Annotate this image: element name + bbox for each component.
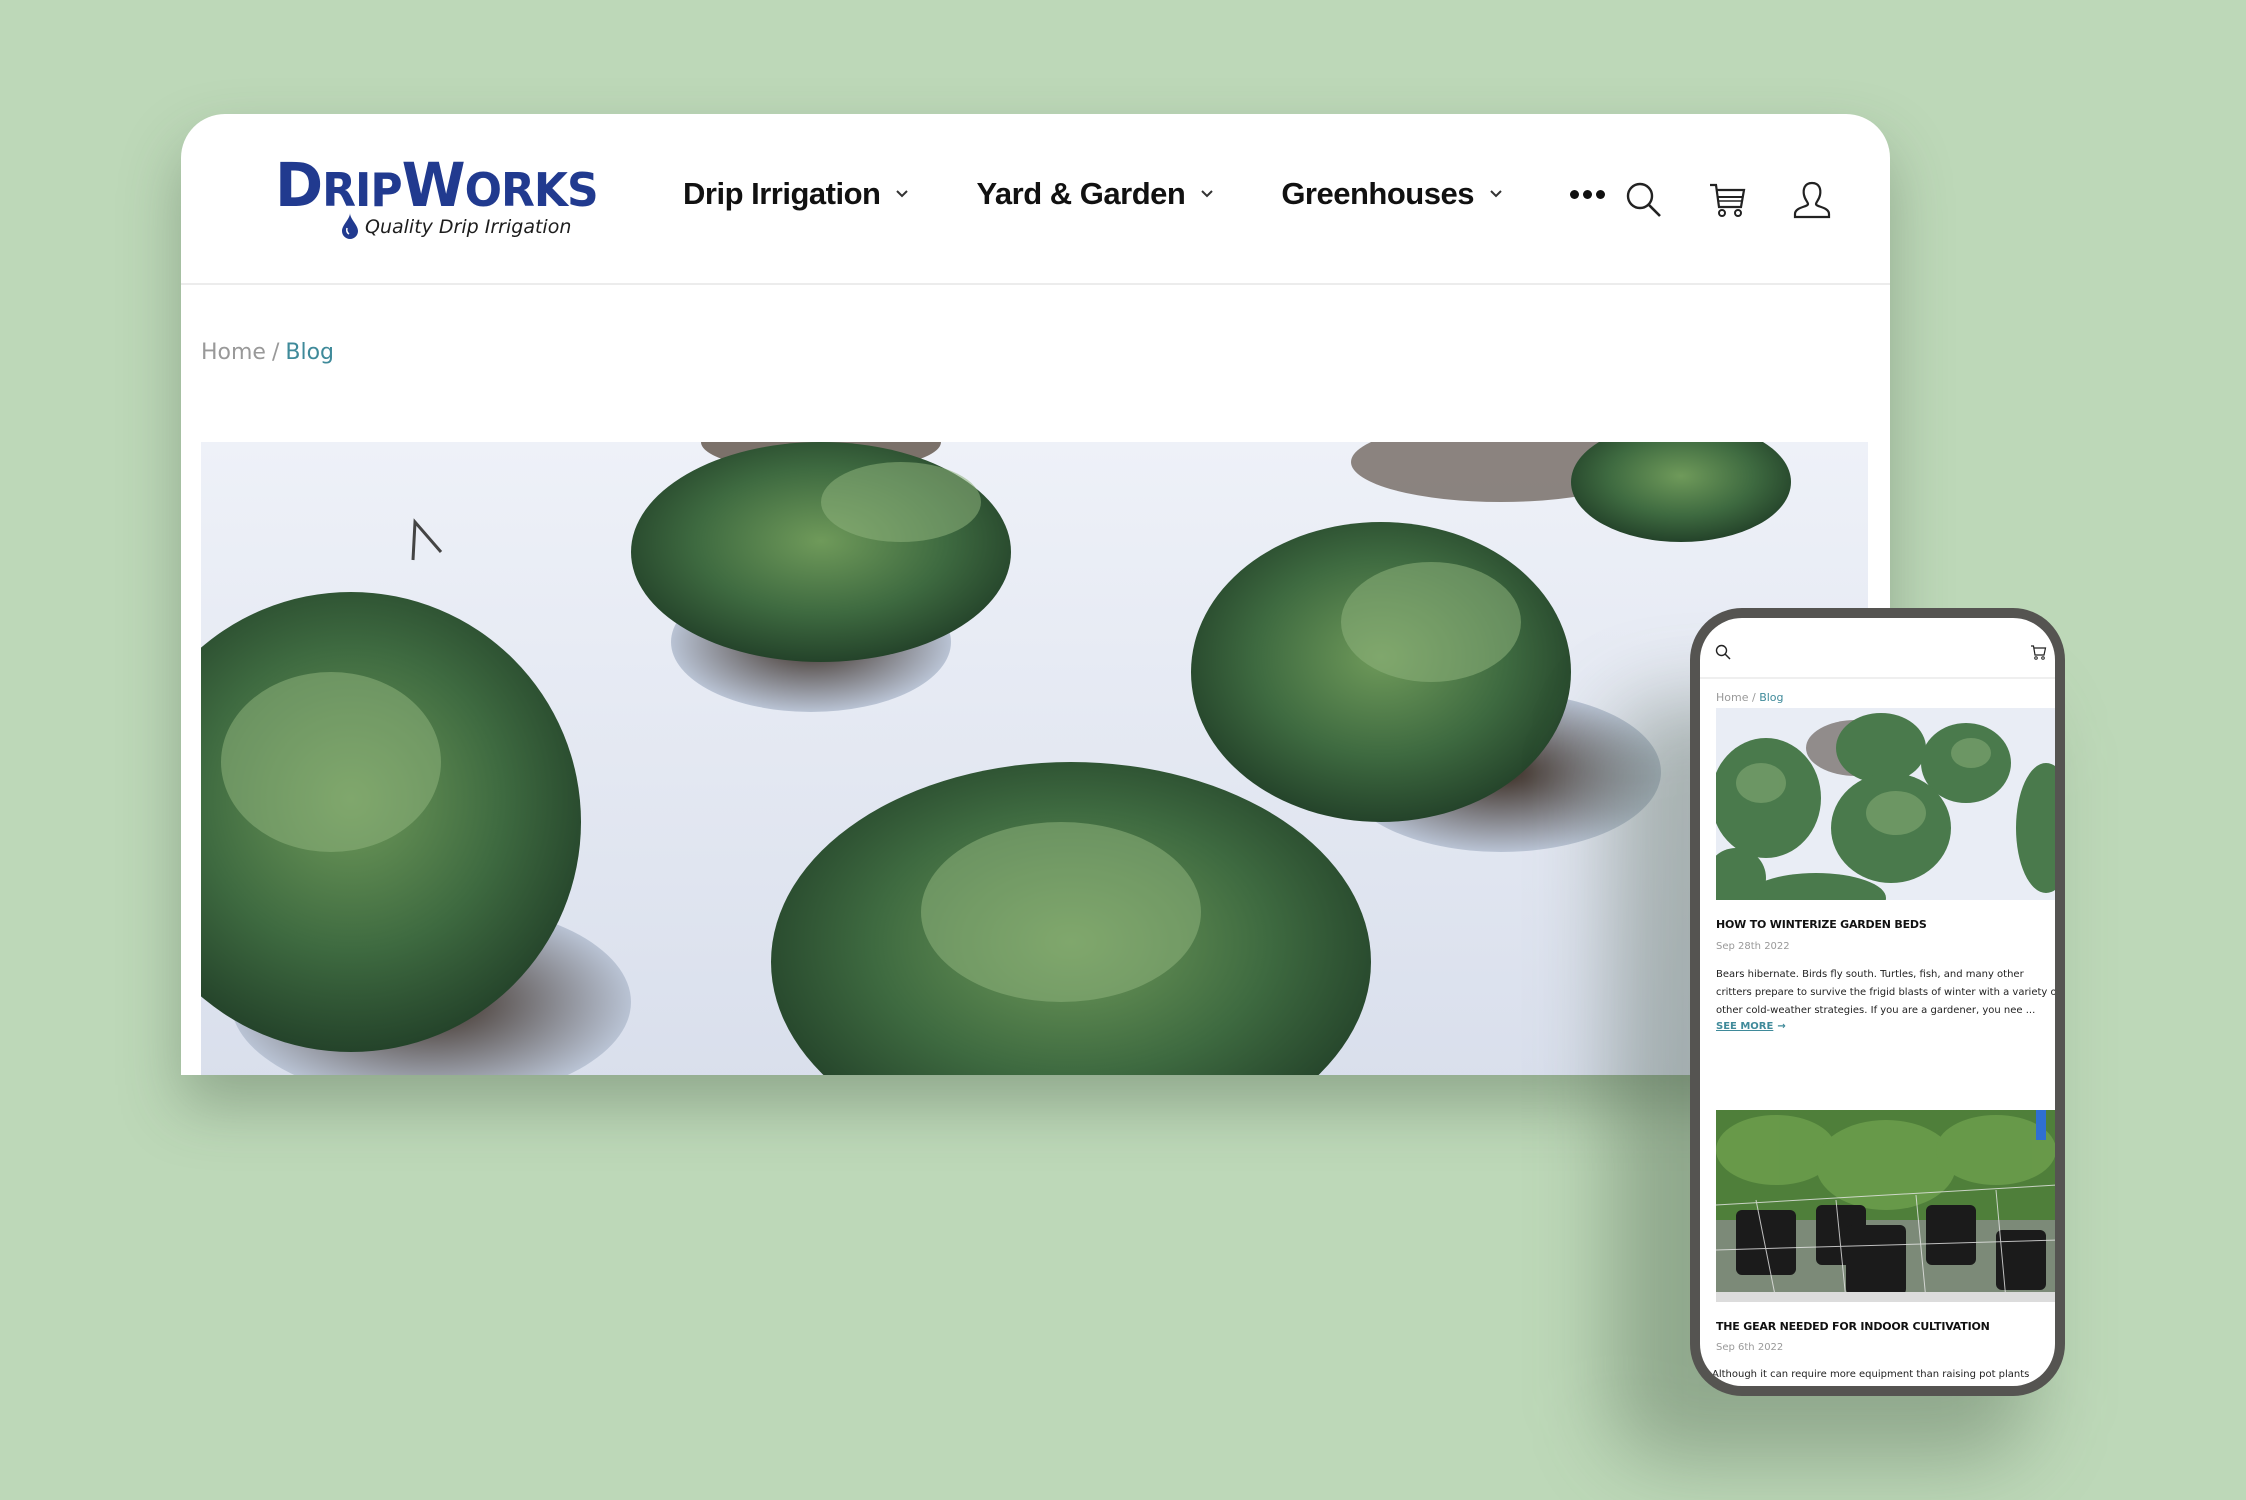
breadcrumb-current[interactable]: Blog — [1759, 691, 1783, 704]
chevron-down-icon — [1490, 190, 1502, 198]
nav-label: Greenhouses — [1281, 176, 1474, 211]
post-date: Sep 6th 2022 — [1716, 1342, 1784, 1353]
cart-icon[interactable] — [2030, 644, 2047, 660]
mobile-header — [1700, 618, 2055, 679]
user-icon[interactable] — [1792, 180, 1832, 220]
post-date: Sep 28th 2022 — [1716, 941, 1790, 952]
chevron-down-icon — [1201, 190, 1214, 198]
breadcrumb-separator: / — [271, 340, 280, 365]
header-actions — [1624, 180, 1832, 220]
breadcrumb-home[interactable]: Home — [201, 340, 266, 365]
nav-greenhouses[interactable]: Greenhouses — [1281, 176, 1504, 212]
more-horizontal-icon[interactable] — [1569, 184, 1605, 205]
see-more-label: SEE MORE — [1716, 1021, 1774, 1032]
search-icon[interactable] — [1715, 644, 1731, 660]
cabbage-snow-thumbnail — [1716, 708, 2055, 900]
dripworks-logo[interactable]: DRIPWORKS Quality Drip Irrigation — [275, 153, 599, 245]
post-image-indoor-cultivation[interactable] — [1716, 1110, 2055, 1302]
indoor-grow-thumbnail — [1716, 1110, 2055, 1302]
mobile-breadcrumb: Home / Blog — [1716, 691, 1784, 704]
post-excerpt: Bears hibernate. Birds fly south. Turtle… — [1716, 969, 2055, 1016]
nav-label: Yard & Garden — [976, 176, 1186, 211]
breadcrumb-separator: / — [1751, 691, 1756, 704]
mobile-phone-mockup: Home / Blog HOW TO WINTERIZE GARDEN BEDS… — [1690, 608, 2065, 1396]
nav-drip-irrigation[interactable]: Drip Irrigation — [683, 176, 910, 212]
cart-icon[interactable] — [1708, 180, 1748, 220]
logo-tagline: Quality Drip Irrigation — [365, 216, 572, 238]
search-icon[interactable] — [1624, 180, 1664, 220]
main-nav: Drip Irrigation Yard & Garden Greenhouse… — [683, 176, 1605, 212]
post-image-cabbages[interactable] — [1716, 708, 2055, 900]
breadcrumb-home[interactable]: Home — [1716, 691, 1748, 704]
post-title[interactable]: HOW TO WINTERIZE GARDEN BEDS — [1716, 918, 1927, 931]
phone-screen: Home / Blog HOW TO WINTERIZE GARDEN BEDS… — [1700, 618, 2055, 1386]
site-header: DRIPWORKS Quality Drip Irrigation Drip I… — [181, 114, 1890, 285]
breadcrumb: Home / Blog — [201, 340, 334, 365]
water-drop-icon — [342, 213, 358, 239]
post-excerpt: Although it can require more equipment t… — [1712, 1369, 2030, 1380]
chevron-down-icon — [896, 190, 909, 198]
breadcrumb-current[interactable]: Blog — [285, 340, 334, 365]
logo-wordmark: DRIPWORKS — [275, 149, 599, 221]
post-title[interactable]: THE GEAR NEEDED FOR INDOOR CULTIVATION — [1716, 1320, 1990, 1333]
see-more-link[interactable]: SEE MORE → — [1716, 1021, 1786, 1032]
nav-yard-garden[interactable]: Yard & Garden — [976, 176, 1215, 212]
nav-label: Drip Irrigation — [683, 176, 881, 211]
arrow-right-icon: → — [1777, 1021, 1786, 1032]
